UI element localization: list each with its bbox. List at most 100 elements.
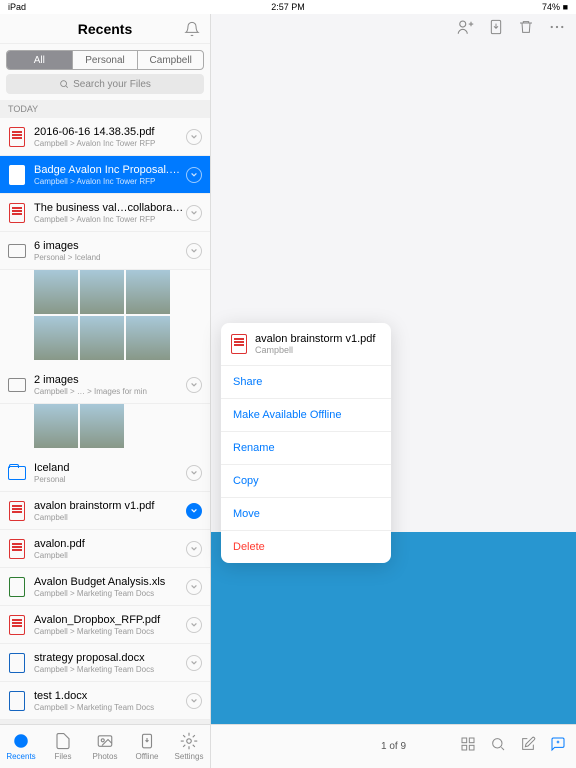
file-path: Campbell > … > Images for min bbox=[34, 387, 186, 396]
chevron-down-icon[interactable] bbox=[186, 377, 202, 393]
pdf-icon bbox=[9, 539, 25, 559]
action-rename[interactable]: Rename bbox=[221, 432, 391, 465]
tab-settings[interactable]: Settings bbox=[168, 725, 210, 768]
pdf-icon bbox=[231, 334, 247, 354]
tab-personal[interactable]: Personal bbox=[73, 51, 139, 69]
thumb[interactable] bbox=[126, 316, 170, 360]
thumb[interactable] bbox=[34, 404, 78, 448]
battery-label: 74% ■ bbox=[542, 2, 568, 12]
thumb[interactable] bbox=[80, 316, 124, 360]
list-item[interactable]: strategy proposal.docxCampbell > Marketi… bbox=[0, 644, 210, 682]
pdf-icon bbox=[9, 501, 25, 521]
list-item[interactable]: 2016-06-16 14.38.35.pdfCampbell > Avalon… bbox=[0, 118, 210, 156]
tab-files[interactable]: Files bbox=[42, 725, 84, 768]
tab-offline[interactable]: Offline bbox=[126, 725, 168, 768]
action-copy[interactable]: Copy bbox=[221, 465, 391, 498]
thumb[interactable] bbox=[80, 270, 124, 314]
download-icon[interactable] bbox=[488, 18, 504, 41]
grid-icon[interactable] bbox=[460, 736, 476, 757]
list-item[interactable]: 2 imagesCampbell > … > Images for min bbox=[0, 366, 210, 404]
chevron-down-icon[interactable] bbox=[186, 167, 202, 183]
images-icon bbox=[8, 244, 26, 258]
file-path: Campbell bbox=[34, 513, 186, 522]
thumb[interactable] bbox=[34, 316, 78, 360]
bottom-tabs: Recents Files Photos Offline Settings bbox=[0, 725, 211, 768]
search-input[interactable]: Search your Files bbox=[6, 74, 204, 94]
file-path: Personal bbox=[34, 475, 186, 484]
notifications-icon[interactable] bbox=[184, 21, 200, 42]
list-item[interactable]: The business val…collaboration.pdfCampbe… bbox=[0, 194, 210, 232]
tab-all[interactable]: All bbox=[7, 51, 73, 69]
docx-icon bbox=[9, 691, 25, 711]
content-toolbar bbox=[211, 14, 576, 44]
bottom-bar: Recents Files Photos Offline Settings 1 … bbox=[0, 724, 576, 768]
action-move[interactable]: Move bbox=[221, 498, 391, 531]
chevron-down-icon[interactable] bbox=[186, 655, 202, 671]
file-list[interactable]: TODAY 2016-06-16 14.38.35.pdfCampbell > … bbox=[0, 100, 210, 768]
images-icon bbox=[8, 378, 26, 392]
list-item[interactable]: avalon.pdfCampbell bbox=[0, 530, 210, 568]
docx-icon bbox=[9, 653, 25, 673]
action-delete[interactable]: Delete bbox=[221, 531, 391, 563]
popup-file-name: avalon brainstorm v1.pdf bbox=[255, 333, 375, 345]
tab-recents[interactable]: Recents bbox=[0, 725, 42, 768]
list-item[interactable]: IcelandPersonal bbox=[0, 454, 210, 492]
add-person-icon[interactable] bbox=[456, 18, 474, 41]
tab-photos[interactable]: Photos bbox=[84, 725, 126, 768]
device-label: iPad bbox=[8, 2, 26, 12]
list-item[interactable]: test 1.docxCampbell > Marketing Team Doc… bbox=[0, 682, 210, 720]
action-offline[interactable]: Make Available Offline bbox=[221, 399, 391, 432]
comment-icon[interactable] bbox=[550, 736, 566, 757]
file-name: Badge Avalon Inc Proposal.pptx bbox=[34, 164, 186, 176]
thumb[interactable] bbox=[80, 404, 124, 448]
thumb[interactable] bbox=[126, 270, 170, 314]
file-path: Campbell > Marketing Team Docs bbox=[34, 703, 186, 712]
list-item[interactable]: 6 imagesPersonal > Iceland bbox=[0, 232, 210, 270]
trash-icon[interactable] bbox=[518, 18, 534, 41]
tab-campbell[interactable]: Campbell bbox=[138, 51, 203, 69]
action-share[interactable]: Share bbox=[221, 366, 391, 399]
list-item[interactable]: Avalon Budget Analysis.xlsCampbell > Mar… bbox=[0, 568, 210, 606]
file-name: strategy proposal.docx bbox=[34, 652, 186, 664]
file-path: Campbell > Avalon Inc Tower RFP bbox=[34, 139, 186, 148]
status-bar: iPad 2:57 PM 74% ■ bbox=[0, 0, 576, 14]
file-name: avalon brainstorm v1.pdf bbox=[34, 500, 186, 512]
pdf-icon bbox=[9, 127, 25, 147]
file-path: Campbell > Marketing Team Docs bbox=[34, 627, 186, 636]
thumbnails bbox=[0, 270, 210, 366]
file-path: Campbell bbox=[34, 551, 186, 560]
list-item[interactable]: Avalon_Dropbox_RFP.pdfCampbell > Marketi… bbox=[0, 606, 210, 644]
xls-icon bbox=[9, 577, 25, 597]
chevron-down-icon[interactable] bbox=[186, 541, 202, 557]
filter-tabs: All Personal Campbell bbox=[6, 50, 204, 70]
chevron-down-icon[interactable] bbox=[186, 243, 202, 259]
pdf-icon bbox=[9, 203, 25, 223]
search-icon[interactable] bbox=[490, 736, 506, 757]
context-menu: avalon brainstorm v1.pdf Campbell Share … bbox=[221, 323, 391, 563]
file-path: Personal > Iceland bbox=[34, 253, 186, 262]
list-item[interactable]: Badge Avalon Inc Proposal.pptxCampbell >… bbox=[0, 156, 210, 194]
chevron-down-icon[interactable] bbox=[186, 129, 202, 145]
thumb[interactable] bbox=[34, 270, 78, 314]
sidebar: Recents All Personal Campbell Search you… bbox=[0, 14, 211, 768]
list-item[interactable]: avalon brainstorm v1.pdfCampbell bbox=[0, 492, 210, 530]
chevron-down-icon[interactable] bbox=[186, 503, 202, 519]
edit-icon[interactable] bbox=[520, 736, 536, 757]
file-name: 2 images bbox=[34, 374, 186, 386]
chevron-down-icon[interactable] bbox=[186, 617, 202, 633]
sidebar-header: Recents bbox=[0, 14, 210, 44]
chevron-down-icon[interactable] bbox=[186, 465, 202, 481]
file-name: avalon.pdf bbox=[34, 538, 186, 550]
popup-header: avalon brainstorm v1.pdf Campbell bbox=[221, 323, 391, 366]
chevron-down-icon[interactable] bbox=[186, 205, 202, 221]
pdf-icon bbox=[9, 615, 25, 635]
chevron-down-icon[interactable] bbox=[186, 693, 202, 709]
chevron-down-icon[interactable] bbox=[186, 579, 202, 595]
time-label: 2:57 PM bbox=[271, 2, 305, 12]
file-name: 2016-06-16 14.38.35.pdf bbox=[34, 126, 186, 138]
folder-icon bbox=[8, 466, 26, 480]
bottom-right: 1 of 9 bbox=[211, 725, 576, 768]
more-icon[interactable] bbox=[548, 18, 566, 41]
file-name: Iceland bbox=[34, 462, 186, 474]
section-today: TODAY bbox=[0, 100, 210, 118]
